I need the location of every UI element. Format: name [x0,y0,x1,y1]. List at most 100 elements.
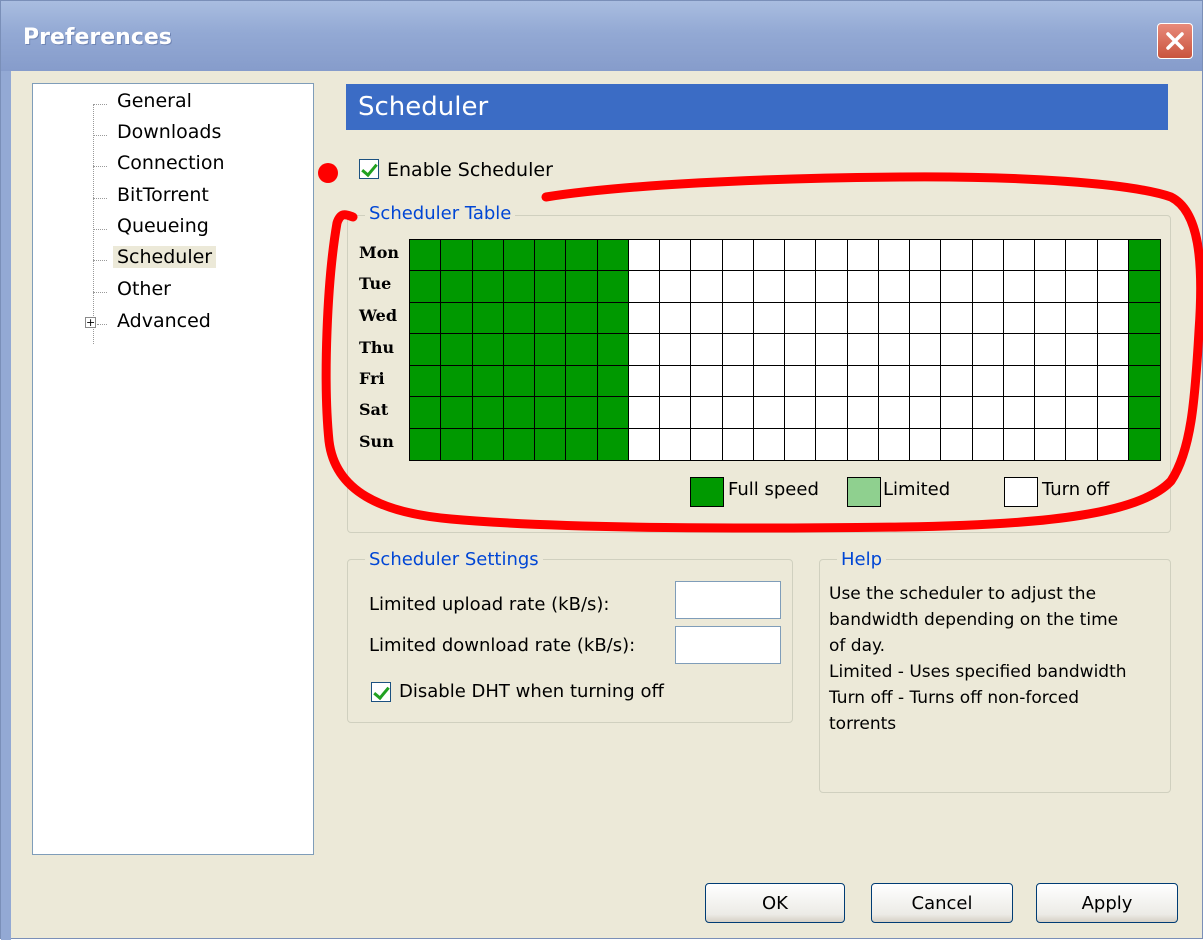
schedule-cell[interactable] [1097,240,1129,272]
schedule-cell[interactable] [722,240,754,272]
schedule-cell[interactable] [597,271,629,303]
schedule-cell[interactable] [722,271,754,303]
schedule-cell[interactable] [472,302,504,335]
schedule-cell[interactable] [941,428,973,460]
schedule-cell[interactable] [1097,334,1129,366]
schedule-cell[interactable] [503,365,535,398]
schedule-cell[interactable] [660,428,692,460]
schedule-cell[interactable] [878,365,910,398]
schedule-cell[interactable] [628,428,660,460]
schedule-cell[interactable] [1035,428,1067,460]
schedule-cell[interactable] [816,397,848,429]
schedule-cell[interactable] [441,302,473,335]
sidebar-item-queueing[interactable]: Queueing [33,211,313,241]
schedule-grid[interactable] [409,239,1161,461]
schedule-cell[interactable] [691,397,723,429]
schedule-cell[interactable] [1066,302,1098,335]
schedule-cell[interactable] [503,428,535,460]
schedule-cell[interactable] [410,302,442,335]
schedule-cell[interactable] [1066,428,1098,460]
schedule-cell[interactable] [785,365,817,398]
schedule-cell[interactable] [878,240,910,272]
sidebar-item-scheduler[interactable]: Scheduler [33,242,313,272]
schedule-cell[interactable] [441,334,473,366]
schedule-cell[interactable] [1097,302,1129,335]
schedule-cell[interactable] [628,365,660,398]
schedule-cell[interactable] [597,397,629,429]
schedule-cell[interactable] [910,334,942,366]
schedule-cell[interactable] [441,240,473,272]
schedule-cell[interactable] [472,428,504,460]
schedule-cell[interactable] [972,302,1004,335]
schedule-cell[interactable] [628,240,660,272]
schedule-cell[interactable] [535,240,567,272]
schedule-cell[interactable] [1097,271,1129,303]
schedule-cell[interactable] [785,334,817,366]
schedule-cell[interactable] [1128,271,1160,303]
schedule-cell[interactable] [566,334,598,366]
sidebar-item-connection[interactable]: Connection [33,148,313,178]
sidebar-item-bittorrent[interactable]: BitTorrent [33,180,313,210]
schedule-cell[interactable] [1035,271,1067,303]
schedule-cell[interactable] [535,271,567,303]
schedule-cell[interactable] [785,428,817,460]
ok-button[interactable]: OK [705,883,845,923]
schedule-cell[interactable] [847,271,879,303]
apply-button[interactable]: Apply [1036,883,1178,923]
schedule-cell[interactable] [691,365,723,398]
schedule-cell[interactable] [441,365,473,398]
schedule-cell[interactable] [1035,397,1067,429]
schedule-cell[interactable] [972,240,1004,272]
schedule-cell[interactable] [1066,365,1098,398]
schedule-cell[interactable] [1128,334,1160,366]
cancel-button[interactable]: Cancel [871,883,1013,923]
schedule-cell[interactable] [597,365,629,398]
schedule-cell[interactable] [410,271,442,303]
schedule-cell[interactable] [972,428,1004,460]
schedule-cell[interactable] [597,240,629,272]
schedule-cell[interactable] [660,302,692,335]
schedule-cell[interactable] [535,397,567,429]
schedule-cell[interactable] [816,302,848,335]
schedule-cell[interactable] [972,397,1004,429]
schedule-cell[interactable] [1066,240,1098,272]
schedule-cell[interactable] [1066,334,1098,366]
schedule-cell[interactable] [972,334,1004,366]
sidebar-item-other[interactable]: Other [33,274,313,304]
schedule-cell[interactable] [441,397,473,429]
schedule-cell[interactable] [1128,397,1160,429]
schedule-cell[interactable] [410,365,442,398]
schedule-cell[interactable] [753,334,785,366]
schedule-cell[interactable] [1097,428,1129,460]
schedule-cell[interactable] [628,334,660,366]
schedule-cell[interactable] [847,334,879,366]
schedule-cell[interactable] [566,302,598,335]
upload-rate-input[interactable] [675,581,781,619]
schedule-cell[interactable] [1128,302,1160,335]
schedule-cell[interactable] [566,271,598,303]
schedule-cell[interactable] [1003,428,1035,460]
schedule-cell[interactable] [691,302,723,335]
schedule-cell[interactable] [941,271,973,303]
schedule-cell[interactable] [1128,240,1160,272]
schedule-cell[interactable] [1035,334,1067,366]
schedule-cell[interactable] [910,428,942,460]
expand-plus-icon[interactable]: + [85,317,96,328]
schedule-cell[interactable] [847,397,879,429]
schedule-cell[interactable] [535,302,567,335]
schedule-cell[interactable] [691,428,723,460]
download-rate-input[interactable] [675,626,781,664]
schedule-cell[interactable] [503,271,535,303]
schedule-cell[interactable] [660,397,692,429]
schedule-cell[interactable] [691,271,723,303]
schedule-cell[interactable] [472,334,504,366]
schedule-cell[interactable] [628,302,660,335]
sidebar-item-general[interactable]: General [33,86,313,116]
schedule-cell[interactable] [503,397,535,429]
schedule-cell[interactable] [1003,302,1035,335]
schedule-cell[interactable] [847,240,879,272]
schedule-cell[interactable] [785,240,817,272]
schedule-cell[interactable] [878,271,910,303]
schedule-cell[interactable] [878,302,910,335]
schedule-cell[interactable] [910,302,942,335]
